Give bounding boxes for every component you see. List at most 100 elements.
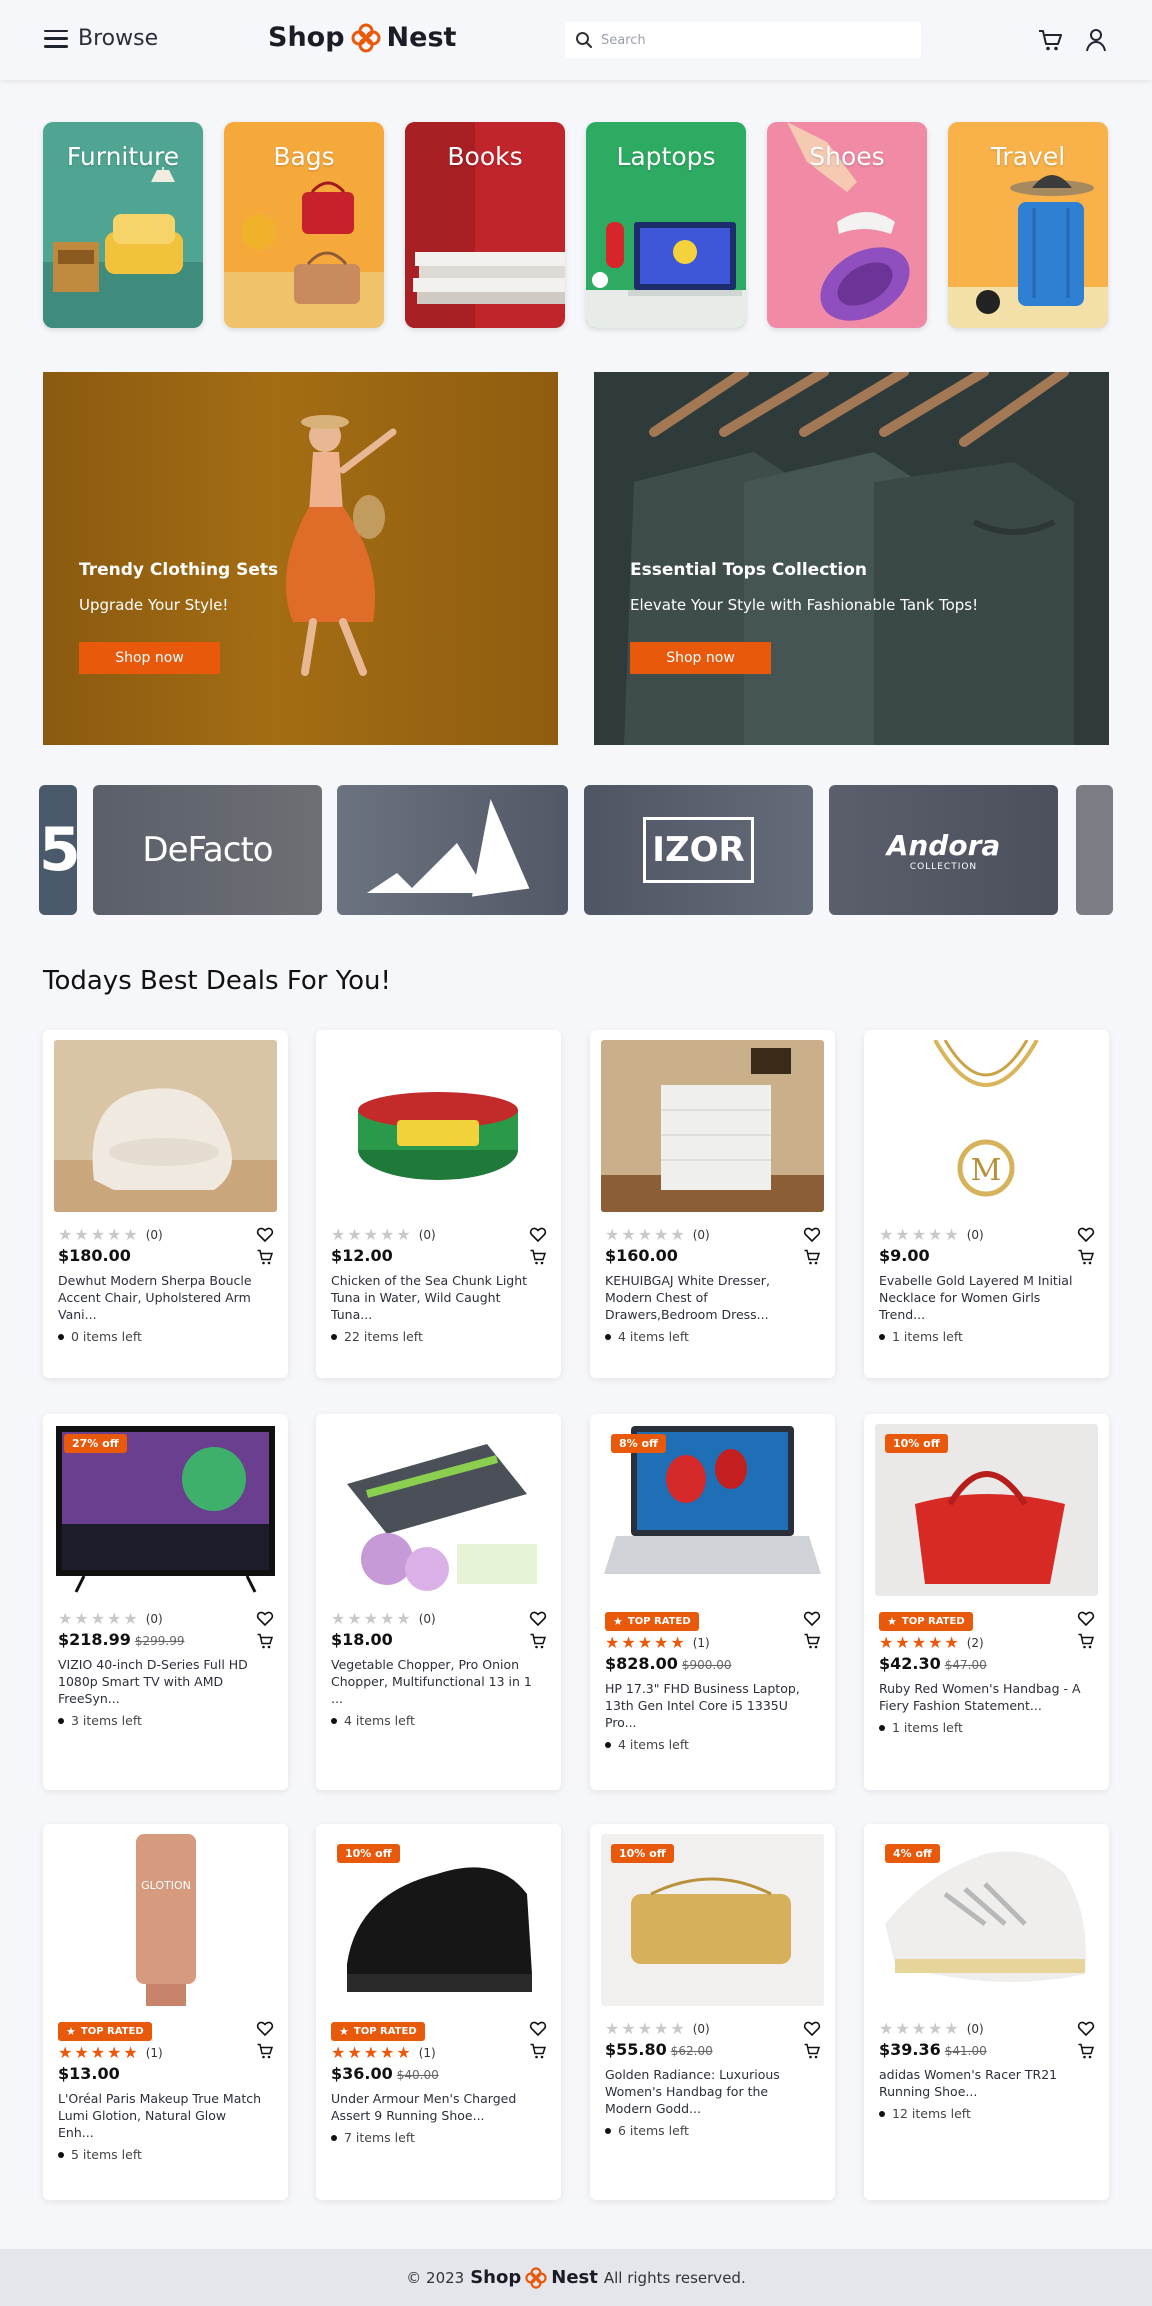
rating-count: (1)	[692, 1635, 710, 1650]
footer-logo-flower-icon	[525, 2266, 547, 2289]
promo-banner-clothing: Trendy Clothing Sets Upgrade Your Style!…	[43, 372, 558, 745]
rating-star-icon: ★	[58, 2042, 73, 2062]
product-image[interactable]	[601, 1040, 824, 1212]
logo-text-left: Shop	[268, 22, 345, 53]
product-title[interactable]: Ruby Red Women's Handbag - A Fiery Fashi…	[879, 1680, 1084, 1714]
footer-logo[interactable]: Shop Nest	[470, 2266, 598, 2289]
brand-tile-adidas[interactable]	[337, 785, 568, 915]
category-tile-bags[interactable]: Bags	[224, 122, 384, 328]
shop-now-button[interactable]: Shop now	[79, 642, 220, 674]
brand-carousel: 5 DeFacto IZOR Andora COLLECTION	[39, 785, 1113, 915]
product-title[interactable]: KEHUIBGAJ White Dresser, Modern Chest of…	[605, 1272, 810, 1323]
brand-tile-partial-left[interactable]: 5	[39, 785, 77, 915]
product-image[interactable]	[327, 1040, 550, 1212]
rating-count: (1)	[145, 2045, 163, 2060]
logo-flower-icon	[351, 23, 381, 52]
rating-star-icon: ★	[74, 1608, 89, 1628]
stock-dot-icon	[331, 2134, 337, 2141]
product-title[interactable]: Evabelle Gold Layered M Initial Necklace…	[879, 1272, 1084, 1323]
product-card[interactable]: GLOTION ★ TOP RATED ★ ★ ★ ★ ★ (1) $13.00 L'Oré…	[43, 1824, 288, 2200]
brand-tile-izor[interactable]: IZOR	[584, 785, 813, 915]
category-tile-books[interactable]: Books	[405, 122, 565, 328]
stock-status: 1 items left	[879, 1329, 1097, 1344]
product-photo	[327, 1424, 550, 1596]
rating-star-icon: ★	[605, 1632, 620, 1652]
product-card[interactable]: 8% off ★ TOP RATED ★ ★ ★ ★ ★ (1) $828.00 $900.0…	[590, 1414, 835, 1790]
product-title[interactable]: Dewhut Modern Sherpa Boucle Accent Chair…	[58, 1272, 263, 1323]
site-logo[interactable]: Shop Nest	[268, 22, 456, 53]
original-price: $62.00	[670, 2044, 713, 2058]
rating-count: (0)	[692, 1227, 710, 1242]
product-title[interactable]: Chicken of the Sea Chunk Light Tuna in W…	[331, 1272, 536, 1323]
product-card[interactable]: ★ ★ ★ ★ ★ (0) $18.00 Vegetable Chopper, Pro O…	[316, 1414, 561, 1790]
product-image[interactable]: 4% off	[875, 1834, 1098, 2006]
original-price: $900.00	[681, 1658, 732, 1672]
product-info: ★ ★ ★ ★ ★ (0) $39.36 $41.00 adidas Women's Rac…	[879, 2020, 1097, 2121]
category-tile-furniture[interactable]: Furniture	[43, 122, 203, 328]
product-image[interactable]	[327, 1424, 550, 1596]
rating-star-icon: ★	[123, 1224, 138, 1244]
product-image[interactable]: GLOTION	[54, 1834, 277, 2006]
product-photo: M	[875, 1040, 1098, 1212]
stock-dot-icon	[879, 1724, 885, 1731]
top-rated-badge: ★ TOP RATED	[58, 2022, 152, 2041]
product-image[interactable]: 10% off	[601, 1834, 824, 2006]
rating-star-icon: ★	[879, 1224, 894, 1244]
category-tile-shoes[interactable]: Shoes	[767, 122, 927, 328]
user-account-icon[interactable]	[1082, 26, 1110, 54]
discount-badge: 10% off	[611, 1844, 674, 1863]
product-title[interactable]: adidas Women's Racer TR21 Running Shoe..…	[879, 2066, 1084, 2100]
rating-count: (0)	[966, 1227, 984, 1242]
category-tile-laptops[interactable]: Laptops	[586, 122, 746, 328]
product-image[interactable]: 27% off	[54, 1424, 277, 1596]
brand-tile-partial-right[interactable]	[1076, 785, 1113, 915]
product-title[interactable]: Under Armour Men's Charged Assert 9 Runn…	[331, 2090, 536, 2124]
rating-star-icon: ★	[380, 1224, 395, 1244]
category-label: Books	[447, 142, 523, 171]
rating-star-icon: ★	[58, 1224, 73, 1244]
product-card[interactable]: ★ ★ ★ ★ ★ (0) $180.00 Dewhut Modern Sherpa Bo…	[43, 1030, 288, 1378]
stock-dot-icon	[605, 2127, 611, 2134]
product-image[interactable]: 10% off	[875, 1424, 1098, 1596]
product-card[interactable]: ★ ★ ★ ★ ★ (0) $12.00 Chicken of the Sea Chunk…	[316, 1030, 561, 1378]
product-card[interactable]: 4% off ★ ★ ★ ★ ★ (0) $39.36 $41.00 adidas Wome…	[864, 1824, 1109, 2200]
brand-tile-defacto[interactable]: DeFacto	[93, 785, 322, 915]
product-card[interactable]: ★ ★ ★ ★ ★ (0) $160.00 KEHUIBGAJ White Dresser…	[590, 1030, 835, 1378]
category-tile-travel[interactable]: Travel	[948, 122, 1108, 328]
rating-star-icon: ★	[621, 1224, 636, 1244]
product-title[interactable]: HP 17.3" FHD Business Laptop, 13th Gen I…	[605, 1680, 810, 1731]
product-card[interactable]: 10% off ★ TOP RATED ★ ★ ★ ★ ★ (2) $42.30 $47.00…	[864, 1414, 1109, 1790]
stock-status: 4 items left	[605, 1737, 823, 1752]
brand-tile-andora[interactable]: Andora COLLECTION	[829, 785, 1058, 915]
product-card[interactable]: M ★ ★ ★ ★ ★ (0) $9.00 Evabelle Gold Layered M…	[864, 1030, 1109, 1378]
rating-star-icon: ★	[90, 1224, 106, 1244]
rating-stars: ★ ★ ★ ★ ★ (0)	[331, 1226, 549, 1243]
deals-heading: Todays Best Deals For You!	[43, 966, 391, 996]
browse-menu-button[interactable]: Browse	[44, 26, 158, 51]
product-title[interactable]: Golden Radiance: Luxurious Women's Handb…	[605, 2066, 810, 2117]
rating-star-icon: ★	[944, 1632, 959, 1652]
discount-badge: 27% off	[64, 1434, 127, 1453]
product-title[interactable]: Vegetable Chopper, Pro Onion Chopper, Mu…	[331, 1656, 536, 1707]
product-price: $36.00 $40.00	[331, 2064, 439, 2083]
product-image[interactable]: 10% off	[327, 1834, 550, 2006]
discount-badge: 10% off	[337, 1844, 400, 1863]
product-card[interactable]: 10% off ★ TOP RATED ★ ★ ★ ★ ★ (1) $36.00 $40.00…	[316, 1824, 561, 2200]
product-image[interactable]: M	[875, 1040, 1098, 1212]
rating-star-icon: ★	[331, 2042, 346, 2062]
rating-stars: ★ ★ ★ ★ ★ (0)	[331, 1610, 549, 1627]
product-title[interactable]: VIZIO 40-inch D-Series Full HD 1080p Sma…	[58, 1656, 263, 1707]
stock-dot-icon	[58, 1717, 64, 1724]
product-price: $18.00	[331, 1630, 393, 1649]
product-card[interactable]: 27% off ★ ★ ★ ★ ★ (0) $218.99 $299.99 VIZIO 40…	[43, 1414, 288, 1790]
product-price: $42.30 $47.00	[879, 1654, 987, 1673]
search-input[interactable]	[601, 32, 901, 48]
product-image[interactable]: 8% off	[601, 1424, 824, 1596]
product-image[interactable]	[54, 1040, 277, 1212]
product-title[interactable]: L'Oréal Paris Makeup True Match Lumi Glo…	[58, 2090, 263, 2141]
product-info: ★ ★ ★ ★ ★ (0) $55.80 $62.00 Golden Radiance: L…	[605, 2020, 823, 2138]
banner-title: Essential Tops Collection	[630, 560, 868, 580]
cart-icon[interactable]	[1036, 26, 1064, 54]
shop-now-button[interactable]: Shop now	[630, 642, 771, 674]
product-card[interactable]: 10% off ★ ★ ★ ★ ★ (0) $55.80 $62.00 Golden Rad…	[590, 1824, 835, 2200]
